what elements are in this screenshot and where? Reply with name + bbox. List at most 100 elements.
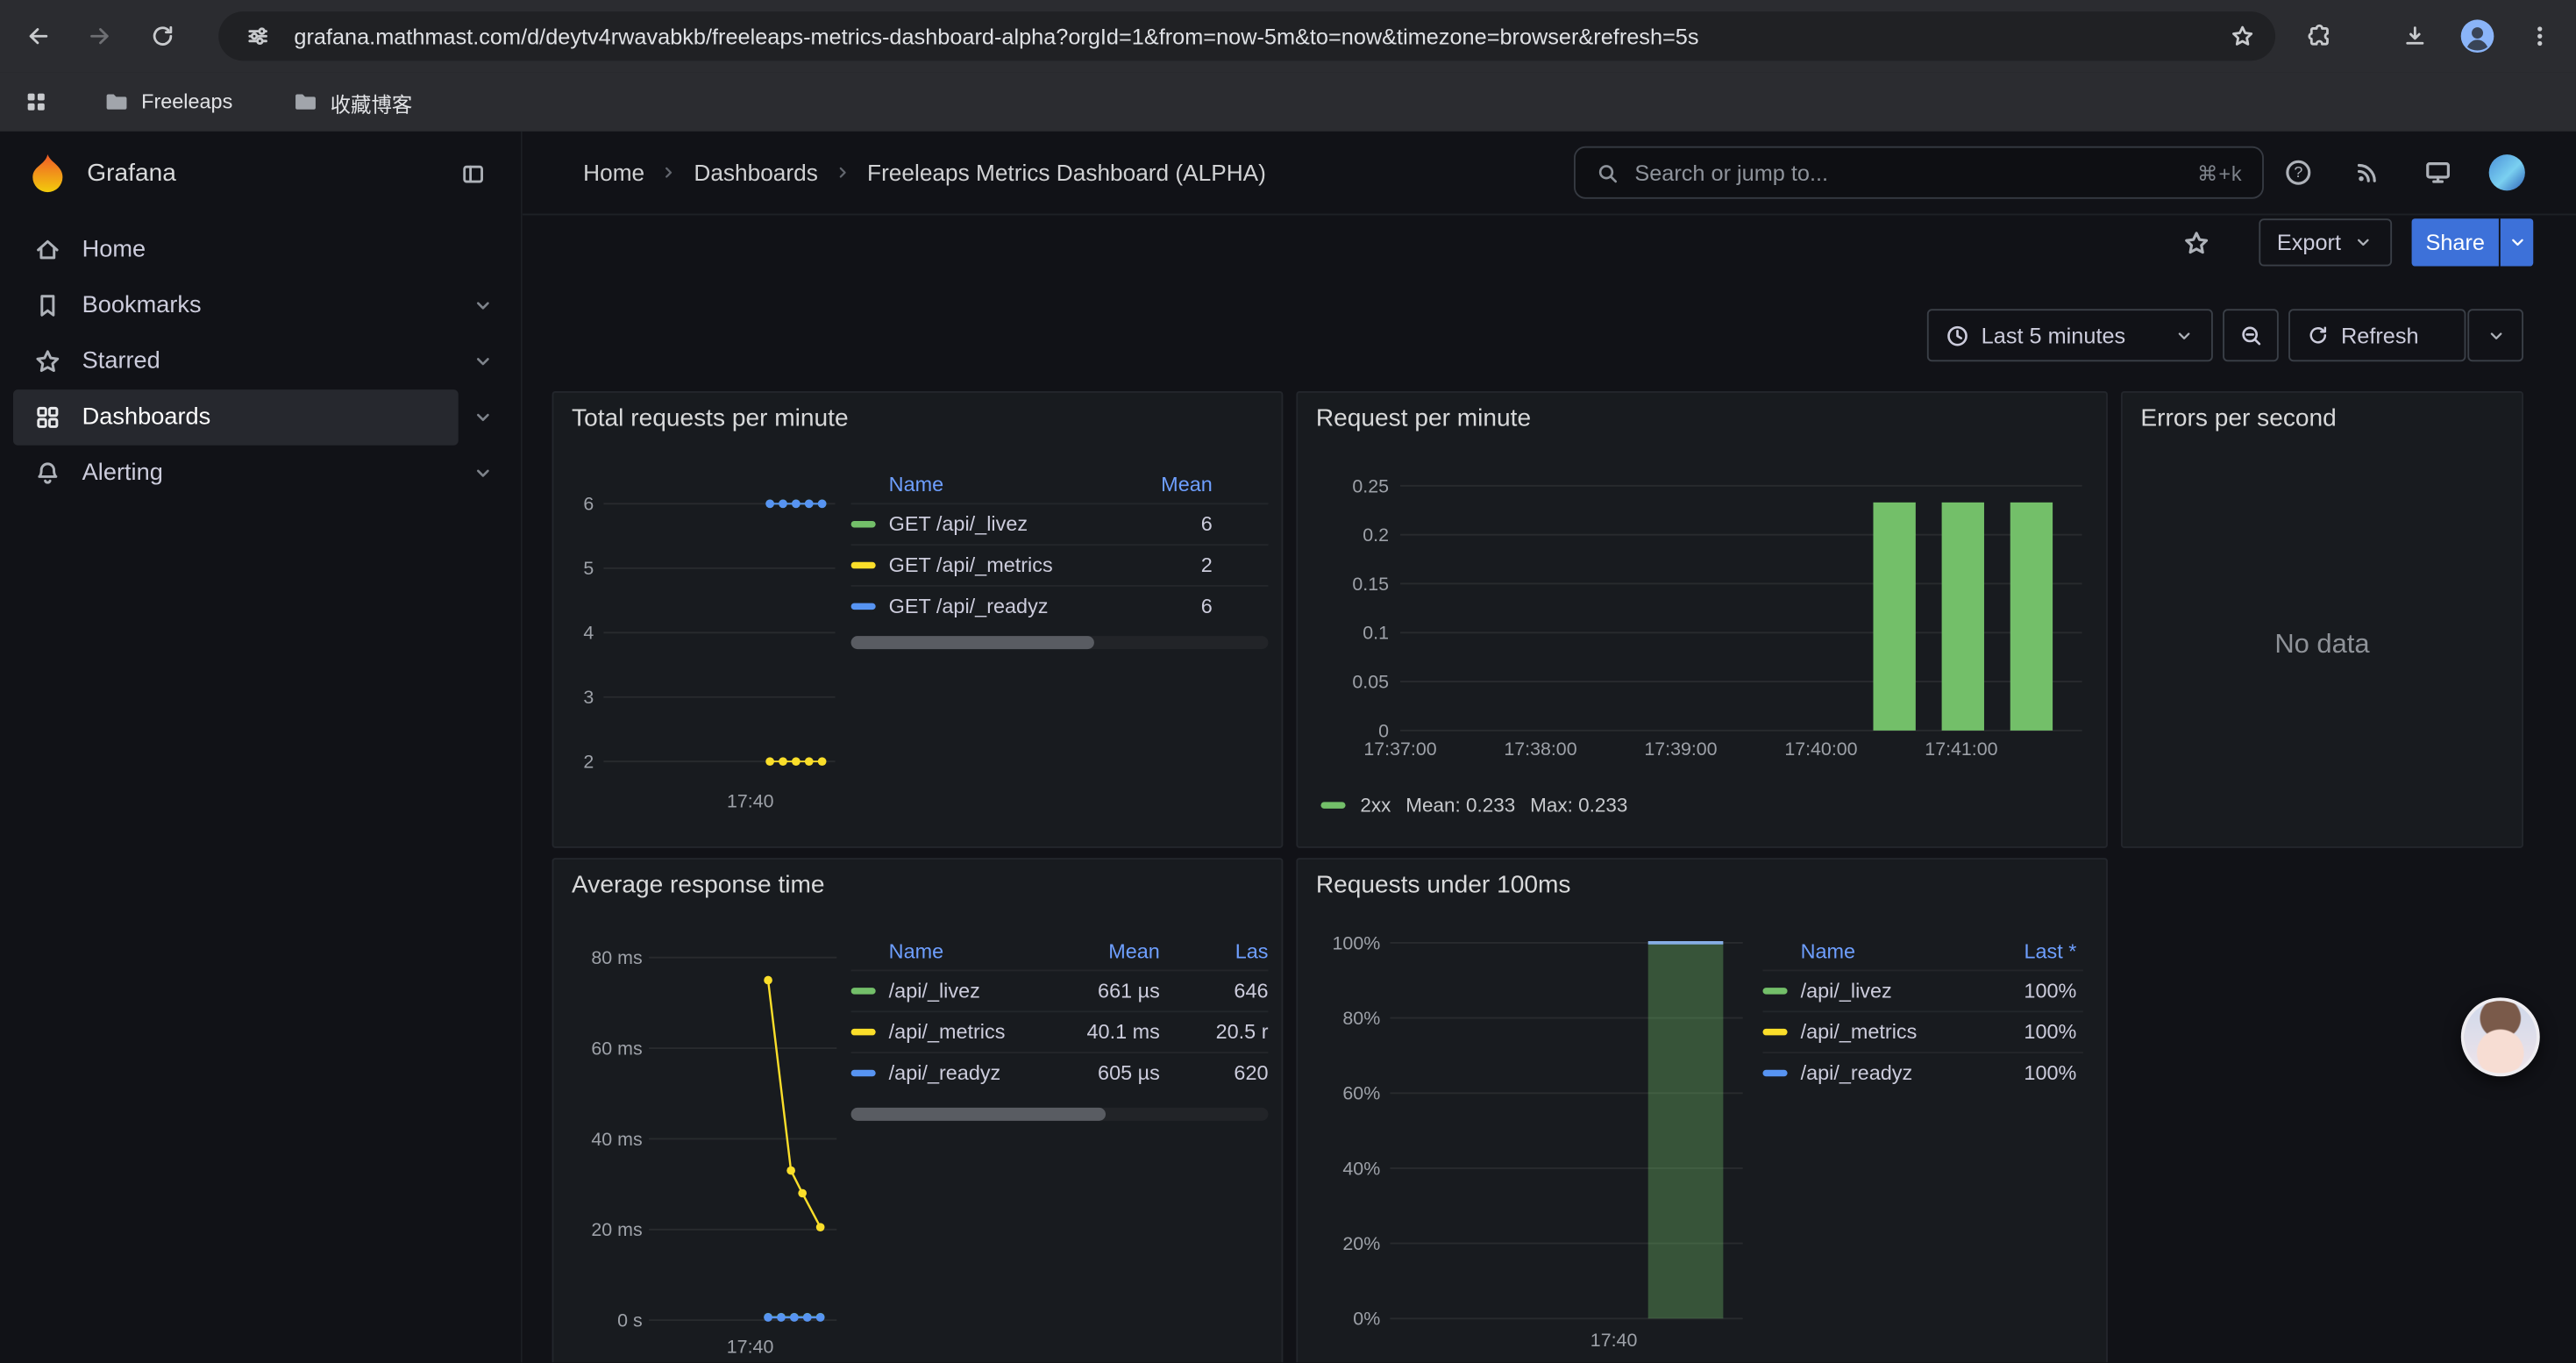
user-avatar[interactable] [2489,154,2525,190]
under-100ms-legend-table: NameLast */api/_livez100%/api/_metrics10… [1762,933,2082,1093]
sidebar-item-label: Alerting [82,460,163,487]
col-header-value[interactable]: Mean [1064,940,1160,963]
news-rss-button[interactable] [2343,148,2392,197]
star-icon [32,346,62,376]
legend-table-row[interactable]: /api/_readyz100% [1762,1052,2082,1093]
sidebar-expand-button[interactable] [459,333,508,389]
legend-table-row[interactable]: /api/_metrics100% [1762,1010,2082,1052]
forward-button[interactable] [74,10,126,62]
sidebar-toggle-button[interactable] [452,153,495,196]
folder-icon [293,89,319,115]
panel-errors-per-second: Errors per second No data [2121,391,2523,848]
downloads-button[interactable] [2388,10,2441,62]
reload-button[interactable] [137,10,189,62]
bookmark-star-button[interactable] [2223,17,2262,56]
grafana-brand[interactable]: Grafana [26,151,176,194]
sidebar-item-dashboards[interactable]: Dashboards [13,389,508,446]
refresh-interval-button[interactable] [2467,309,2523,361]
share-button[interactable]: Share [2412,218,2499,266]
share-menu-button[interactable] [2501,218,2533,266]
svg-text:17:38:00: 17:38:00 [1504,739,1576,760]
svg-text:0.25: 0.25 [1352,475,1389,496]
favorite-star-button[interactable] [2172,218,2221,268]
chevron-down-icon [472,462,495,485]
apps-grid-button[interactable] [13,79,59,125]
export-button[interactable]: Export [2259,218,2392,266]
legend-table-row[interactable]: /api/_livez661 µs646 [851,969,1269,1010]
bookmark-item-blog-folder[interactable]: 收藏博客 [280,79,426,125]
col-header-name[interactable]: Name [1762,940,1960,963]
panel-request-per-minute: Request per minute 00.050.10.150.20.2517… [1296,391,2108,848]
col-header-name[interactable]: Name [851,474,1098,496]
scrollbar-thumb[interactable] [851,1108,1106,1121]
browser-menu-button[interactable] [2517,10,2563,62]
svg-text:0.2: 0.2 [1363,525,1389,546]
browser-toolbar: grafana.mathmast.com/d/deytv4rwavabkb/fr… [0,0,2576,72]
search-input[interactable]: Search or jump to... ⌘+k [1574,146,2264,199]
legend-table-row[interactable]: GET /api/_readyz6 [851,585,1269,626]
legend-table-scrollbar[interactable] [851,636,1269,649]
time-range-picker[interactable]: Last 5 minutes [1927,309,2213,361]
legend-table-header: NameLast * [1762,933,2082,969]
col-header-value[interactable]: Mean [1098,474,1213,496]
grafana-sidebar: Grafana Home BookmarksStarredDashboards Al… [0,132,523,1362]
svg-text:80 ms: 80 ms [591,947,642,968]
scrollbar-thumb[interactable] [851,636,1094,649]
legend-table-row[interactable]: /api/_livez100% [1762,969,2082,1010]
sidebar-item-home[interactable]: Home [13,222,508,278]
back-icon [25,23,51,49]
assistant-avatar[interactable] [2461,997,2540,1076]
refresh-button[interactable]: Refresh [2288,309,2466,361]
legend-table-scrollbar[interactable] [851,1108,1269,1121]
brand-label: Grafana [87,159,176,187]
share-label: Share [2425,230,2485,254]
paneltoggle-icon [460,161,487,188]
browser-window: grafana.mathmast.com/d/deytv4rwavabkb/fr… [0,0,2576,1362]
breadcrumb-item[interactable]: Dashboards [694,160,817,186]
sidebar-item-bookmarks[interactable]: Bookmarks [13,278,508,334]
panel-title: Errors per second [2140,404,2336,432]
legend-table-row[interactable]: /api/_readyz605 µs620 [851,1052,1269,1093]
back-button[interactable] [11,10,64,62]
site-info-button[interactable] [238,17,278,56]
request-per-minute-chart: 00.050.10.150.20.2517:37:0017:38:0017:39… [1298,393,2106,846]
svg-text:17:41:00: 17:41:00 [1925,739,1997,760]
sidebar-expand-button[interactable] [459,278,508,334]
legend-table-row[interactable]: /api/_metrics40.1 ms20.5 r [851,1010,1269,1052]
help-button[interactable]: ? [2274,148,2323,197]
col-header-value[interactable]: Las [1160,940,1269,963]
panel-header[interactable]: Errors per second [2123,393,2522,442]
legend-series-name[interactable]: 2xx [1360,794,1391,817]
legend-table-row[interactable]: GET /api/_metrics2 [851,544,1269,585]
breadcrumb-item[interactable]: Freeleaps Metrics Dashboard (ALPHA) [867,160,1266,186]
legend-max: Max: 0.233 [1530,794,1627,817]
sidebar-item-starred[interactable]: Starred [13,333,508,389]
legend-table-header: NameMean [851,467,1269,503]
panel-requests-under-100ms: Requests under 100ms 0%20%40%60%80%100%1… [1296,858,2108,1362]
col-header-name[interactable]: Name [851,940,1065,963]
svg-text:20%: 20% [1342,1233,1380,1254]
legend-table-row[interactable]: GET /api/_livez6 [851,503,1269,544]
breadcrumb-item[interactable]: Home [583,160,644,186]
series-swatch [851,988,876,994]
sidebar-expand-button[interactable] [459,389,508,446]
series-swatch [851,603,876,610]
bookmark-icon [32,291,62,321]
chevdown-icon [2174,325,2195,346]
col-header-value[interactable]: Last * [1960,940,2076,963]
sidebar-expand-button[interactable] [459,446,508,502]
kiosk-monitor-button[interactable] [2413,148,2462,197]
sidebar-item-alerting[interactable]: Alerting [13,446,508,502]
response-time-legend-table: NameMeanLas/api/_livez661 µs646/api/_met… [851,933,1269,1093]
zoom-out-button[interactable] [2223,309,2279,361]
series-swatch [1762,1070,1787,1076]
profile-button[interactable] [2451,10,2504,62]
bookmark-item-freeleaps[interactable]: Freeleaps [90,79,246,125]
url-bar[interactable]: grafana.mathmast.com/d/deytv4rwavabkb/fr… [218,11,2275,61]
series-swatch [1762,1029,1787,1035]
refresh-icon [2307,324,2330,346]
search-placeholder: Search or jump to... [1634,161,1828,185]
sidebar-item-label: Home [82,237,146,263]
extensions-button[interactable] [2294,10,2346,62]
svg-text:20 ms: 20 ms [591,1219,642,1240]
